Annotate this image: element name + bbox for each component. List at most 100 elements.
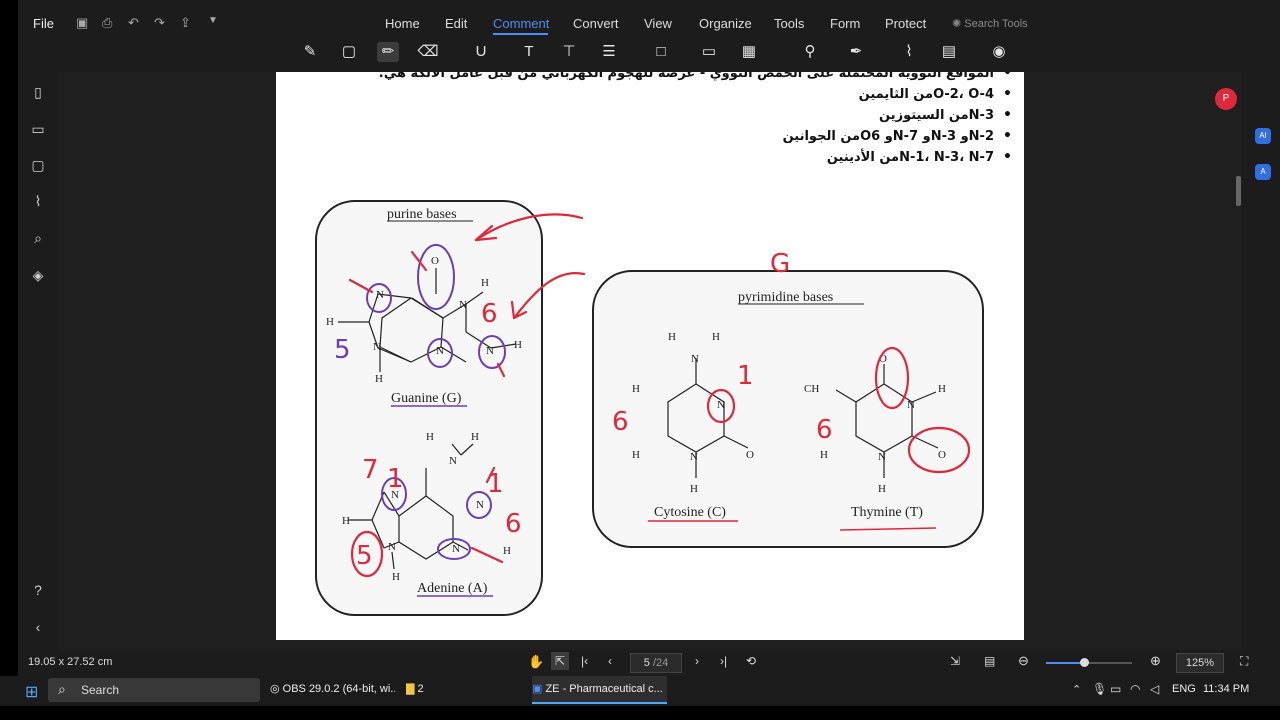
eye-icon[interactable]: ◉ xyxy=(988,42,1010,62)
guanine-label: Guanine (G) xyxy=(391,391,462,406)
windows-start-icon[interactable]: ⊞ xyxy=(25,682,38,702)
svg-text:H: H xyxy=(712,331,720,343)
menu-tools[interactable]: Tools xyxy=(774,16,804,31)
underline-icon[interactable]: U xyxy=(470,42,492,62)
textbox-t-icon[interactable]: ⊤ xyxy=(558,42,580,62)
collapse-left-icon[interactable]: ‹ xyxy=(28,617,48,637)
taskbar-search-box[interactable]: ⌕ Search xyxy=(48,678,260,702)
svg-text:N: N xyxy=(376,289,384,301)
volume-icon[interactable]: ◁ xyxy=(1150,682,1159,696)
svg-text:H: H xyxy=(375,373,383,385)
eraser-icon[interactable]: ⌫ xyxy=(417,42,439,62)
pyrimidine-title: pyrimidine bases xyxy=(738,290,833,305)
save-icon[interactable]: ▣ xyxy=(76,15,88,31)
svg-text:O: O xyxy=(746,449,754,461)
left-sidebar: ▯ ▭ ▢ ⌇ ⌕ ◈ ? ‹ xyxy=(18,72,58,650)
translate-icon[interactable]: A xyxy=(1255,164,1271,180)
prev-page-icon[interactable]: ‹ xyxy=(608,654,612,668)
file-menu[interactable]: File xyxy=(33,16,54,31)
first-page-icon[interactable]: |‹ xyxy=(581,654,588,668)
comment-list-icon[interactable]: ▤ xyxy=(938,42,960,62)
svg-text:5: 5 xyxy=(356,541,373,571)
pdf-app-window: File ▣ ⎙ ↶ ↷ ⇪ ▼ Home Edit Comment Conve… xyxy=(18,0,1280,676)
svg-text:H: H xyxy=(878,483,886,495)
svg-text:N: N xyxy=(690,451,698,463)
taskbar-app-obs[interactable]: ◎ OBS 29.0.2 (64-bit, wi... xyxy=(270,676,395,702)
callout-icon[interactable]: ☰ xyxy=(598,42,620,62)
display-icon[interactable]: ▭ xyxy=(1110,682,1121,696)
note-icon[interactable]: ▭ xyxy=(698,42,720,62)
menu-view[interactable]: View xyxy=(644,16,672,31)
microphone-icon[interactable]: 🎙 xyxy=(1092,682,1107,696)
ai-assistant-icon[interactable]: AI xyxy=(1255,128,1271,144)
tray-chevron-icon[interactable]: ⌃ xyxy=(1072,683,1081,696)
menu-comment[interactable]: Comment xyxy=(493,16,549,31)
help-icon[interactable]: ? xyxy=(28,580,48,600)
search-icon[interactable]: ⌕ xyxy=(28,228,48,248)
svg-text:N: N xyxy=(452,543,460,555)
undo-icon[interactable]: ↶ xyxy=(128,15,139,31)
cytosine-structure xyxy=(667,358,749,478)
quick-access-dropdown-icon[interactable]: ▼ xyxy=(208,15,218,26)
zoom-level-field[interactable]: 125% xyxy=(1176,653,1224,673)
vertical-scrollbar[interactable] xyxy=(1236,176,1241,206)
stamp-icon[interactable]: ⚲ xyxy=(799,42,821,62)
svg-text:H: H xyxy=(481,277,489,289)
svg-text:6: 6 xyxy=(612,407,629,437)
select-tool-icon[interactable]: ⇱ xyxy=(551,652,569,670)
typewriter-icon[interactable]: T xyxy=(518,42,540,62)
svg-text:H: H xyxy=(820,449,828,461)
pencil-icon[interactable]: ✏ xyxy=(377,42,399,62)
share-icon[interactable]: ⇪ xyxy=(180,15,191,31)
menu-edit[interactable]: Edit xyxy=(445,16,467,31)
right-sidebar: P AI A xyxy=(1215,72,1280,650)
next-page-icon[interactable]: › xyxy=(695,654,699,668)
rotate-icon[interactable]: ⟲ xyxy=(746,654,756,668)
menu-convert[interactable]: Convert xyxy=(573,16,619,31)
zoom-out-icon[interactable]: ⊖ xyxy=(1018,653,1029,669)
active-menu-underline xyxy=(493,33,548,35)
shape-rectangle-icon[interactable]: □ xyxy=(650,42,672,62)
svg-text:H: H xyxy=(471,431,479,443)
comment-icon[interactable]: ▢ xyxy=(28,155,48,175)
cytosine-label: Cytosine (C) xyxy=(654,505,726,520)
language-indicator[interactable]: ENG xyxy=(1172,683,1196,695)
pdf-badge-icon[interactable]: P xyxy=(1215,88,1237,110)
svg-text:N: N xyxy=(717,399,725,411)
svg-text:H: H xyxy=(938,383,946,395)
menu-form[interactable]: Form xyxy=(830,16,860,31)
wifi-icon[interactable]: ◠ xyxy=(1130,682,1140,696)
page-thumbnail-icon[interactable]: ▯ xyxy=(28,82,48,102)
obs-icon: ◎ xyxy=(270,683,283,695)
attachment-icon[interactable]: ⌇ xyxy=(898,42,920,62)
svg-text:1: 1 xyxy=(487,469,504,499)
print-icon[interactable]: ⎙ xyxy=(102,15,112,31)
signature-icon[interactable]: ✒ xyxy=(845,42,867,62)
last-page-icon[interactable]: ›| xyxy=(720,654,727,668)
clock[interactable]: 11:34 PM xyxy=(1203,683,1249,695)
zoom-in-icon[interactable]: ⊕ xyxy=(1150,653,1161,669)
text-box-icon[interactable]: ▢ xyxy=(338,42,360,62)
attachment-panel-icon[interactable]: ⌇ xyxy=(28,191,48,211)
search-tools-field[interactable]: ✺ Search Tools xyxy=(952,17,1028,30)
menu-organize[interactable]: Organize xyxy=(699,16,752,31)
menu-protect[interactable]: Protect xyxy=(885,16,926,31)
hand-tool-icon[interactable]: ✋ xyxy=(528,654,544,670)
fit-mode-icon[interactable]: ⇲ xyxy=(950,654,960,668)
svg-text:N: N xyxy=(388,541,396,553)
page-layout-icon[interactable]: ▤ xyxy=(984,654,995,668)
highlighter-icon[interactable]: ✎ xyxy=(299,42,321,62)
zoom-slider[interactable] xyxy=(1046,658,1132,667)
bookmark-icon[interactable]: ▭ xyxy=(28,119,48,139)
search-icon: ⌕ xyxy=(58,681,66,697)
menu-home[interactable]: Home xyxy=(385,16,420,31)
taskbar-app-pdf[interactable]: ▣ ZE - Pharmaceutical c... xyxy=(532,676,667,704)
page-number-field[interactable]: 5 /24 xyxy=(630,653,682,673)
svg-text:O: O xyxy=(938,449,946,461)
area-highlight-icon[interactable]: ▦ xyxy=(738,42,760,62)
svg-text:6: 6 xyxy=(481,299,498,329)
redo-icon[interactable]: ↷ xyxy=(154,15,165,31)
taskbar-app-folder[interactable]: ▇ 2 xyxy=(406,676,516,702)
layers-icon[interactable]: ◈ xyxy=(28,265,48,285)
fullscreen-icon[interactable]: ⛶ xyxy=(1240,654,1248,669)
